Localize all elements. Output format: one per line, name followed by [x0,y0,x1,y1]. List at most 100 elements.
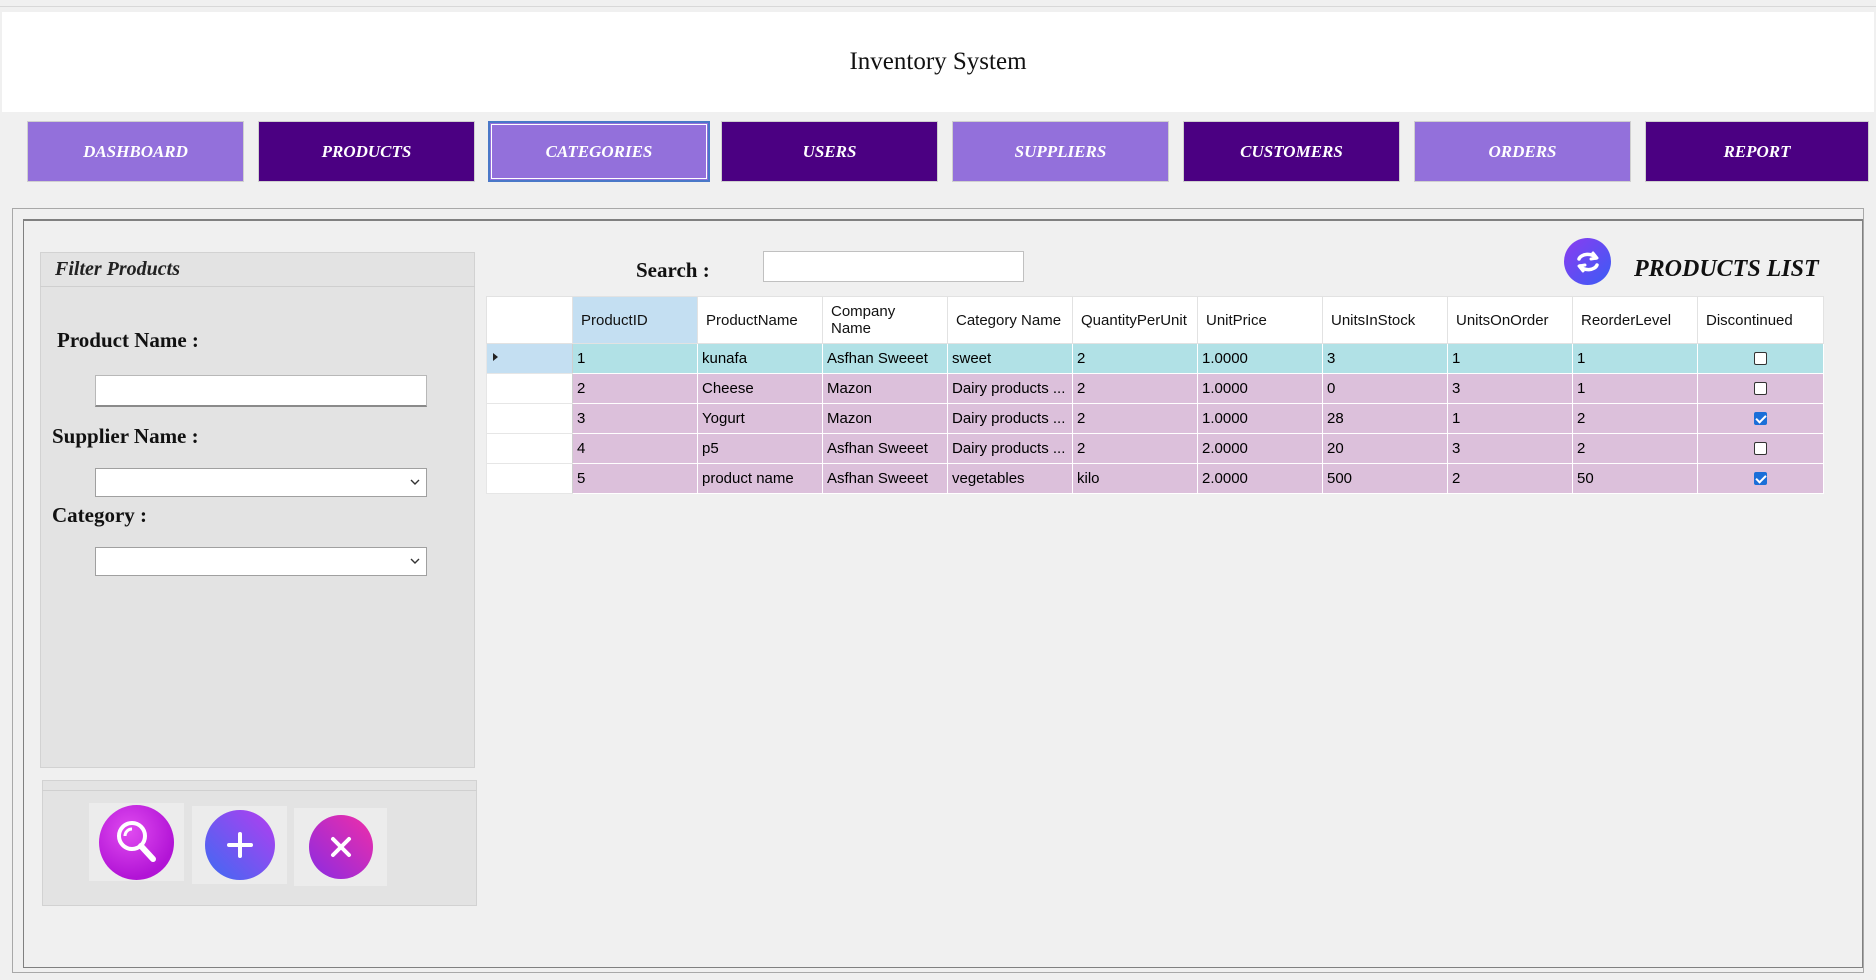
table-cell[interactable]: Asfhan Sweeet [822,343,948,374]
products-list-title: PRODUCTS LIST [1634,256,1819,282]
table-cell[interactable]: 2 [1072,343,1198,374]
search-button[interactable] [89,803,184,881]
row-header[interactable] [486,373,573,404]
nav-categories-button[interactable]: CATEGORIES [488,121,710,182]
products-table[interactable]: ProductID ProductName Company Name Categ… [486,296,1824,494]
table-row[interactable]: 4 p5 Asfhan Sweeet Dairy products ... 2 2.000… [486,433,1824,464]
window-top-edge [0,0,1876,7]
table-cell[interactable]: vegetables [947,463,1073,494]
filter-title: Filter Products [55,258,181,280]
nav-dashboard-button[interactable]: DASHBOARD [27,121,244,182]
column-header[interactable]: UnitsInStock [1322,296,1448,344]
category-select[interactable] [95,547,427,576]
column-header[interactable]: Discontinued [1697,296,1824,344]
discontinued-checkbox[interactable] [1754,472,1767,485]
table-row[interactable]: 1 kunafa Asfhan Sweeet sweet 2 1.0000 3 1 1 [486,343,1824,374]
row-header[interactable] [486,433,573,464]
table-cell[interactable]: Yogurt [697,403,823,434]
nav-customers-button[interactable]: CUSTOMERS [1183,121,1400,182]
table-cell[interactable]: 0 [1322,373,1448,404]
table-cell[interactable]: 2 [1572,403,1698,434]
category-label: Category : [52,503,148,527]
table-cell[interactable]: Asfhan Sweeet [822,463,948,494]
discontinued-cell[interactable] [1697,343,1824,374]
table-cell[interactable]: 20 [1322,433,1448,464]
table-cell[interactable]: 500 [1322,463,1448,494]
discontinued-checkbox[interactable] [1754,352,1767,365]
discontinued-checkbox[interactable] [1754,412,1767,425]
discontinued-cell[interactable] [1697,373,1824,404]
table-cell[interactable]: 3 [1447,433,1573,464]
row-header[interactable] [486,463,573,494]
search-input[interactable] [763,251,1024,282]
table-cell[interactable]: Mazon [822,373,948,404]
table-cell[interactable]: 2.0000 [1197,463,1323,494]
table-cell[interactable]: 5 [572,463,698,494]
table-cell[interactable]: 28 [1322,403,1448,434]
row-header[interactable] [486,403,573,434]
table-cell[interactable]: product name [697,463,823,494]
table-cell[interactable]: kilo [1072,463,1198,494]
table-cell[interactable]: sweet [947,343,1073,374]
table-cell[interactable]: 1 [572,343,698,374]
nav-report-button[interactable]: REPORT [1645,121,1869,182]
discontinued-cell[interactable] [1697,463,1824,494]
filter-group-divider [40,286,475,287]
app-header: Inventory System [2,12,1874,112]
clear-button[interactable] [294,808,387,886]
column-header[interactable]: ProductID [572,296,698,344]
table-cell[interactable]: Dairy products ... [947,403,1073,434]
table-cell[interactable]: 1 [1447,343,1573,374]
table-cell[interactable]: 3 [572,403,698,434]
table-cell[interactable]: Dairy products ... [947,433,1073,464]
table-cell[interactable]: 4 [572,433,698,464]
close-icon [308,815,373,879]
table-cell[interactable]: 2 [572,373,698,404]
discontinued-cell[interactable] [1697,403,1824,434]
table-cell[interactable]: 1 [1572,373,1698,404]
table-cell[interactable]: Asfhan Sweeet [822,433,948,464]
table-row[interactable]: 3 Yogurt Mazon Dairy products ... 2 1.0000 28 1… [486,403,1824,434]
table-cell[interactable]: 2 [1447,463,1573,494]
table-cell[interactable]: 1.0000 [1197,343,1323,374]
table-cell[interactable]: Mazon [822,403,948,434]
table-cell[interactable]: 1 [1572,343,1698,374]
nav-users-button[interactable]: USERS [721,121,938,182]
column-header[interactable]: UnitPrice [1197,296,1323,344]
discontinued-checkbox[interactable] [1754,382,1767,395]
table-cell[interactable]: 1 [1447,403,1573,434]
nav-orders-button[interactable]: ORDERS [1414,121,1631,182]
row-header[interactable] [486,343,573,374]
nav-products-button[interactable]: PRODUCTS [258,121,475,182]
table-cell[interactable]: 2 [1072,403,1198,434]
refresh-button[interactable] [1564,238,1611,285]
table-cell[interactable]: 3 [1447,373,1573,404]
table-row[interactable]: 2 Cheese Mazon Dairy products ... 2 1.0000 0 3 1 [486,373,1824,404]
column-header[interactable]: Category Name [947,296,1073,344]
table-cell[interactable]: 3 [1322,343,1448,374]
table-cell[interactable]: 2 [1572,433,1698,464]
nav-suppliers-button[interactable]: SUPPLIERS [952,121,1169,182]
add-button[interactable] [192,806,287,884]
column-header[interactable]: Company Name [822,296,948,344]
table-cell[interactable]: 2 [1072,373,1198,404]
table-cell[interactable]: kunafa [697,343,823,374]
row-header-corner[interactable] [486,296,573,344]
supplier-select[interactable] [95,468,427,497]
column-header[interactable]: UnitsOnOrder [1447,296,1573,344]
table-cell[interactable]: 1.0000 [1197,373,1323,404]
discontinued-cell[interactable] [1697,433,1824,464]
discontinued-checkbox[interactable] [1754,442,1767,455]
table-cell[interactable]: Dairy products ... [947,373,1073,404]
table-cell[interactable]: p5 [697,433,823,464]
column-header[interactable]: QuantityPerUnit [1072,296,1198,344]
table-row[interactable]: 5 product name Asfhan Sweeet vegetables kilo… [486,463,1824,494]
table-cell[interactable]: 2.0000 [1197,433,1323,464]
table-cell[interactable]: Cheese [697,373,823,404]
table-cell[interactable]: 1.0000 [1197,403,1323,434]
column-header[interactable]: ReorderLevel [1572,296,1698,344]
table-cell[interactable]: 2 [1072,433,1198,464]
column-header[interactable]: ProductName [697,296,823,344]
table-cell[interactable]: 50 [1572,463,1698,494]
product-name-input[interactable] [95,375,427,407]
